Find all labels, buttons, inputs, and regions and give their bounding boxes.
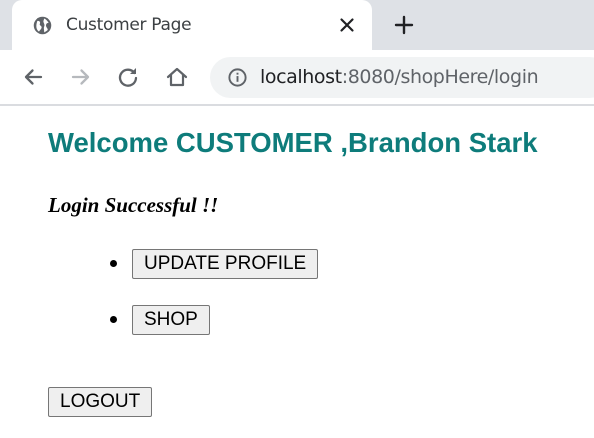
address-bar[interactable]: localhost:8080/shopHere/login (210, 57, 594, 98)
page-title: Welcome CUSTOMER ,Brandon Stark (48, 127, 538, 158)
home-icon[interactable] (164, 64, 190, 90)
forward-arrow-icon[interactable] (68, 64, 94, 90)
info-icon[interactable] (227, 67, 248, 88)
close-icon[interactable] (337, 15, 357, 35)
update-profile-button[interactable]: UPDATE PROFILE (132, 249, 319, 279)
url-host: localhost (260, 66, 342, 88)
plus-icon[interactable] (393, 14, 415, 36)
page-content: Welcome CUSTOMER ,Brandon Stark Login Su… (0, 106, 594, 438)
url-text: localhost:8080/shopHere/login (260, 66, 539, 88)
tab-strip: Customer Page (0, 0, 594, 50)
login-status-message: Login Successful !! (48, 193, 219, 217)
url-path: :8080/shopHere/login (341, 66, 539, 88)
browser-tab[interactable]: Customer Page (12, 0, 372, 50)
back-arrow-icon[interactable] (20, 64, 46, 90)
list-bullet (110, 316, 117, 323)
logout-button[interactable]: LOGOUT (48, 387, 153, 417)
shop-button[interactable]: SHOP (132, 305, 210, 335)
list-bullet (110, 260, 117, 267)
browser-toolbar: localhost:8080/shopHere/login (0, 50, 594, 104)
tab-title: Customer Page (66, 15, 192, 35)
globe-icon (33, 16, 52, 35)
reload-icon[interactable] (115, 64, 141, 90)
